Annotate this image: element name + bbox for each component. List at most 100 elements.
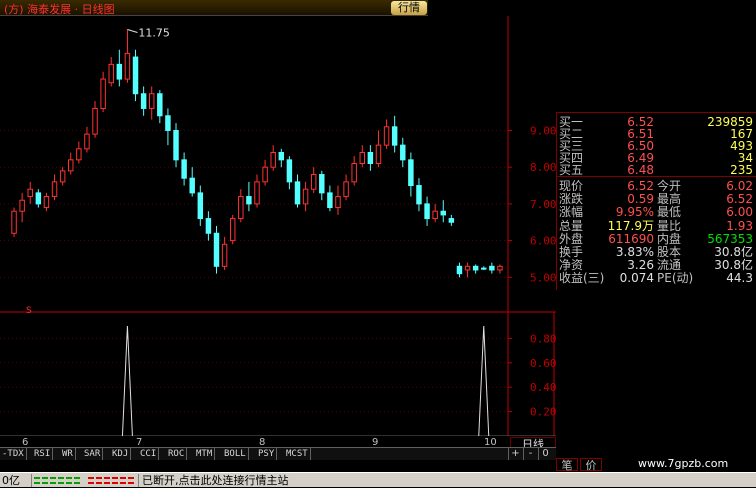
indicator-tab-tdx[interactable]: -TDX bbox=[0, 448, 27, 460]
candle-body bbox=[43, 196, 50, 209]
candle bbox=[229, 214, 236, 245]
candle bbox=[456, 262, 463, 278]
indicator-tab-sar[interactable]: SAR bbox=[82, 448, 104, 460]
candle bbox=[327, 185, 333, 212]
candle-body bbox=[100, 78, 106, 109]
candle bbox=[116, 49, 123, 87]
candle-body bbox=[27, 188, 33, 198]
status-bar: 0亿 已断开,点击此处连接行情主站 bbox=[0, 472, 756, 487]
zoom-out-button[interactable]: - bbox=[523, 448, 537, 460]
candle-body bbox=[132, 56, 139, 95]
candle-body bbox=[432, 210, 438, 220]
stat-label-2: PE(动) bbox=[657, 271, 694, 286]
candle bbox=[205, 211, 212, 241]
connect-server-link[interactable]: 已断开,点击此处连接行情主站 bbox=[142, 473, 289, 488]
stat-row: 外盘 611690 内盘 567353 bbox=[557, 232, 756, 246]
date-tick-label: 10 bbox=[484, 437, 497, 448]
candle bbox=[92, 101, 98, 138]
candle bbox=[464, 262, 471, 278]
indicator-tab-boll[interactable]: BOLL bbox=[222, 448, 249, 460]
candle-body bbox=[286, 159, 293, 183]
tab-prices[interactable]: 价 bbox=[580, 458, 602, 472]
status-bar-dash bbox=[128, 477, 134, 479]
candle-body bbox=[310, 174, 317, 190]
title-bar: (方) 海泰发展 · 日线图 行情 bbox=[0, 0, 428, 16]
candle bbox=[19, 192, 25, 223]
stat-label-2: 股本 bbox=[657, 245, 682, 259]
indicator-tab-bar: -TDX RSI WR SAR KDJ CCI ROC MTM BOLL PSY MCST + -0 bbox=[0, 447, 556, 460]
candle bbox=[359, 145, 366, 168]
indicator-signal-label: S bbox=[26, 306, 32, 316]
candle-body bbox=[148, 93, 155, 109]
side-tabs: 笔 价 bbox=[556, 458, 606, 472]
candle-body bbox=[270, 151, 276, 168]
price-tick-label: 7.00 bbox=[530, 198, 556, 211]
candle bbox=[124, 29, 131, 83]
zoom-in-button[interactable]: + bbox=[508, 448, 522, 460]
candle-body bbox=[84, 133, 90, 150]
bid-volume: 235 bbox=[730, 163, 753, 177]
indicator-tab-kdj[interactable]: KDJ bbox=[110, 448, 132, 460]
candle bbox=[140, 86, 147, 116]
stat-value: 611690 bbox=[608, 231, 654, 246]
tab-trades[interactable]: 笔 bbox=[556, 458, 578, 472]
price-tick-label: 6.00 bbox=[530, 235, 556, 248]
stat-label-2: 今开 bbox=[657, 179, 682, 193]
candle-body bbox=[294, 181, 301, 205]
indicator-tab-wr[interactable]: WR bbox=[60, 448, 76, 460]
status-bar-dash bbox=[42, 482, 48, 484]
indicator-tab-rsi[interactable]: RSI bbox=[32, 448, 54, 460]
candle-body bbox=[76, 148, 82, 161]
candle-body bbox=[213, 232, 220, 267]
max-marker-line bbox=[127, 29, 138, 33]
status-bar-dash bbox=[128, 482, 134, 484]
indicator-tab-psy[interactable]: PSY bbox=[256, 448, 278, 460]
watermark: www.7gpzb.com bbox=[638, 457, 729, 470]
candle bbox=[351, 156, 357, 186]
kline-chart[interactable]: 9.00 8.00 7.00 6.00 5.00 11.75 0.80 0.60 0.40 0.2… bbox=[0, 16, 556, 436]
stat-label: 收益(三) bbox=[559, 271, 605, 286]
status-bar-dash bbox=[104, 482, 110, 484]
candle bbox=[213, 225, 220, 274]
stat-value: 9.95% bbox=[615, 205, 654, 220]
candle-body bbox=[254, 181, 260, 205]
candle-body bbox=[464, 265, 471, 271]
candle-body bbox=[400, 144, 406, 161]
indicator-tab-mcst[interactable]: MCST bbox=[284, 448, 311, 460]
candle bbox=[294, 174, 301, 208]
candle-body bbox=[448, 218, 455, 223]
status-bar-dash bbox=[34, 482, 40, 484]
candle-body bbox=[408, 159, 414, 187]
right-header-strip bbox=[428, 0, 756, 16]
quote-tab-button[interactable]: 行情 bbox=[391, 1, 427, 15]
candle-body bbox=[327, 192, 333, 209]
candle bbox=[173, 123, 179, 168]
status-bar-dash bbox=[50, 477, 56, 479]
status-bar-dash bbox=[58, 477, 64, 479]
candle-body bbox=[173, 129, 179, 161]
candle bbox=[448, 214, 455, 226]
candle bbox=[254, 174, 260, 208]
status-bar-dash bbox=[34, 477, 40, 479]
indicator-tab-mtm[interactable]: MTM bbox=[194, 448, 216, 460]
candle bbox=[100, 71, 106, 113]
candle bbox=[59, 167, 66, 186]
candle bbox=[481, 266, 487, 270]
price-tick-label: 5.00 bbox=[530, 271, 556, 284]
status-separator bbox=[31, 474, 32, 487]
indicator-tab-roc[interactable]: ROC bbox=[166, 448, 188, 460]
status-left-value: 0亿 bbox=[2, 474, 20, 487]
candle-body bbox=[319, 174, 325, 194]
indicator-tab-cci[interactable]: CCI bbox=[138, 448, 160, 460]
candle-body bbox=[481, 267, 487, 270]
candle-body bbox=[197, 192, 204, 220]
candle bbox=[43, 192, 50, 212]
candle bbox=[400, 137, 406, 168]
reset-button[interactable]: 0 bbox=[538, 448, 552, 460]
stat-value-2: 6.02 bbox=[726, 179, 753, 193]
candle-body bbox=[335, 196, 341, 209]
candle-body bbox=[383, 126, 390, 146]
candle-body bbox=[181, 159, 187, 179]
candle bbox=[27, 181, 33, 204]
stat-value: 3.26 bbox=[627, 258, 654, 273]
